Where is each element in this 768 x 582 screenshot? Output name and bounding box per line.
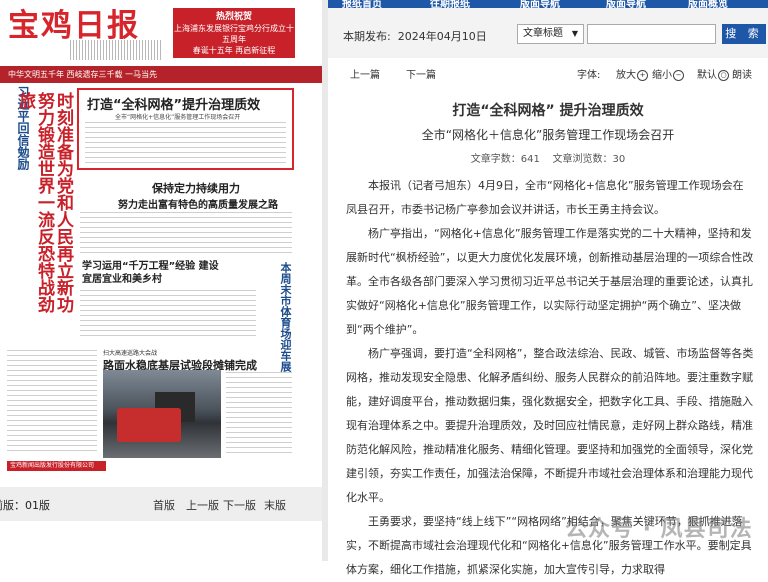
block5-kicker: 扫大高速巡路大会战 xyxy=(103,350,158,357)
default-label: 默认 xyxy=(697,70,717,81)
issue-date-label: 本期发布: 2024年04月10日 xyxy=(343,28,487,44)
last-page-link[interactable]: 末版 xyxy=(264,497,286,513)
right-column-text xyxy=(226,372,292,456)
search-input[interactable] xyxy=(587,24,716,44)
next-page-link[interactable]: 下一版 xyxy=(223,497,256,513)
block3-title[interactable]: 学习运用“千万工程”经验 建设宜居宜业和美乡村 xyxy=(82,260,222,286)
article-paragraph: 本报讯（记者弓旭东）4月9日，全市“网格化+信息化”服务管理工作现场会在凤县召开… xyxy=(346,179,744,216)
red-headline[interactable]: 时刻准备为党和人民再立新功 努力锻造世界一流反恐特战劲旅 xyxy=(15,92,73,314)
select-value: 文章标题 xyxy=(523,28,563,39)
article-region-text xyxy=(85,122,286,164)
zoom-in-button[interactable]: 放大 + xyxy=(616,66,648,81)
read-aloud-button[interactable]: 朗读 xyxy=(732,66,752,81)
article-toolbar: 上一篇 下一篇 字体: 放大 + 缩小 − 默认 ○ 朗读 xyxy=(328,58,768,86)
font-label: 字体: xyxy=(577,70,601,81)
nav-item[interactable]: 版面导航 xyxy=(606,0,646,8)
date-search-bar: 本期发布: 2024年04月10日 文章标题 ▼ 搜 索 xyxy=(328,20,768,50)
top-nav: 报纸首页 往期报纸 版面导航 版面导航 版面概览 xyxy=(328,0,768,8)
article-card: 上一篇 下一篇 字体: 放大 + 缩小 − 默认 ○ 朗读 打造“全科网格” 提升治理… xyxy=(328,58,768,576)
selected-article-region[interactable]: 打造“全科网格”提升治理质效 全市“网格化+信息化”服务管理工作现场会召开 xyxy=(77,88,294,170)
issue-bar: 中华文明五千年 西岐遗存三千载 一马当先 xyxy=(0,66,322,83)
article-pane: 报纸首页 往期报纸 版面导航 版面导航 版面概览 本期发布: 2024年04月1… xyxy=(328,0,768,576)
first-page-link[interactable]: 首版 xyxy=(153,497,175,513)
block3-text xyxy=(80,290,256,338)
zoom-in-label: 放大 xyxy=(616,70,636,81)
block4-title[interactable]: 本周末市体育场迎车展 xyxy=(276,262,292,372)
ad-line: 上海浦东发展银行宝鸡分行成立十五周年 xyxy=(174,24,294,44)
next-article-link[interactable]: 下一篇 xyxy=(406,66,436,81)
paver-machine xyxy=(117,408,181,442)
anniversary-ad: 热烈祝贺 上海浦东发展银行宝鸡分行成立十五周年 春诞十五年 再启新征程 xyxy=(173,8,295,58)
nav-item[interactable]: 往期报纸 xyxy=(430,0,470,8)
watermark: 公众号 · 凤县司法 xyxy=(565,517,753,542)
newspaper-page-image[interactable]: 宝鸡日报 热烈祝贺 上海浦东发展银行宝鸡分行成立十五周年 春诞十五年 再启新征程… xyxy=(0,0,322,561)
ad-line: 热烈祝贺 xyxy=(215,12,252,22)
view-count: 文章浏览数：30 xyxy=(552,154,626,165)
qr-strip xyxy=(70,40,162,60)
prev-article-link[interactable]: 上一篇 xyxy=(350,66,380,81)
block2-subtitle[interactable]: 努力走出富有特色的高质量发展之路 xyxy=(118,196,278,211)
article-region-subtitle: 全市“网格化+信息化”服务管理工作现场会召开 xyxy=(115,114,241,121)
issue-date: 2024年04月10日 xyxy=(397,30,487,43)
ad-line: 春诞十五年 再启新征程 xyxy=(192,46,276,55)
left-column-text xyxy=(7,350,97,455)
chevron-down-icon: ▼ xyxy=(571,29,578,38)
zoom-out-label: 缩小 xyxy=(652,70,672,81)
nav-item[interactable]: 报纸首页 xyxy=(342,0,382,8)
nav-item[interactable]: 版面导航 xyxy=(520,0,560,8)
block2-text xyxy=(80,212,292,256)
default-size-button[interactable]: 默认 ○ xyxy=(697,66,729,81)
newspaper-brand: 宝鸡日报 xyxy=(8,8,140,44)
search-button[interactable]: 搜 索 xyxy=(722,24,766,44)
article-region-title: 打造“全科网格”提升治理质效 xyxy=(87,98,261,113)
masthead: 宝鸡日报 热烈祝贺 上海浦东发展银行宝鸡分行成立十五周年 春诞十五年 再启新征程 xyxy=(0,0,322,66)
prev-page-link[interactable]: 上一版 xyxy=(186,497,219,513)
page-pager: 前版：01版 首版 上一版 下一版 末版 xyxy=(0,487,322,521)
search-field-select[interactable]: 文章标题 ▼ xyxy=(517,24,584,44)
reset-icon: ○ xyxy=(718,69,729,81)
word-count: 文章字数：641 xyxy=(470,154,540,165)
article-subtitle: 全市“网格化＋信息化”服务管理工作现场会召开 xyxy=(421,128,675,142)
block2-title[interactable]: 保持定力持续用力 xyxy=(152,180,240,196)
plus-icon: + xyxy=(637,69,648,81)
article-paragraph: 杨广亭强调，要打造“全科网格”，整合政法综治、民政、城管、市场监督等各类网格，推… xyxy=(346,347,754,504)
road-paving-photo[interactable] xyxy=(103,370,221,458)
current-page-label: 前版：01版 xyxy=(0,499,50,512)
article-stats: 文章字数：641 文章浏览数：30 xyxy=(328,150,768,165)
article-paragraph: 杨广亭指出，“网格化+信息化”服务管理工作是落实党的二十大精神，坚持和发展新时代… xyxy=(346,227,754,336)
minus-icon: − xyxy=(673,69,684,81)
zoom-out-button[interactable]: 缩小 − xyxy=(652,66,684,81)
nav-item[interactable]: 版面概览 xyxy=(688,0,728,8)
article-title: 打造“全科网格” 提升治理质效 xyxy=(452,103,644,119)
issue-label: 本期发布: xyxy=(343,30,391,43)
publisher-strip: 宝鸡新闻出版发行股份有限公司 xyxy=(7,461,106,471)
